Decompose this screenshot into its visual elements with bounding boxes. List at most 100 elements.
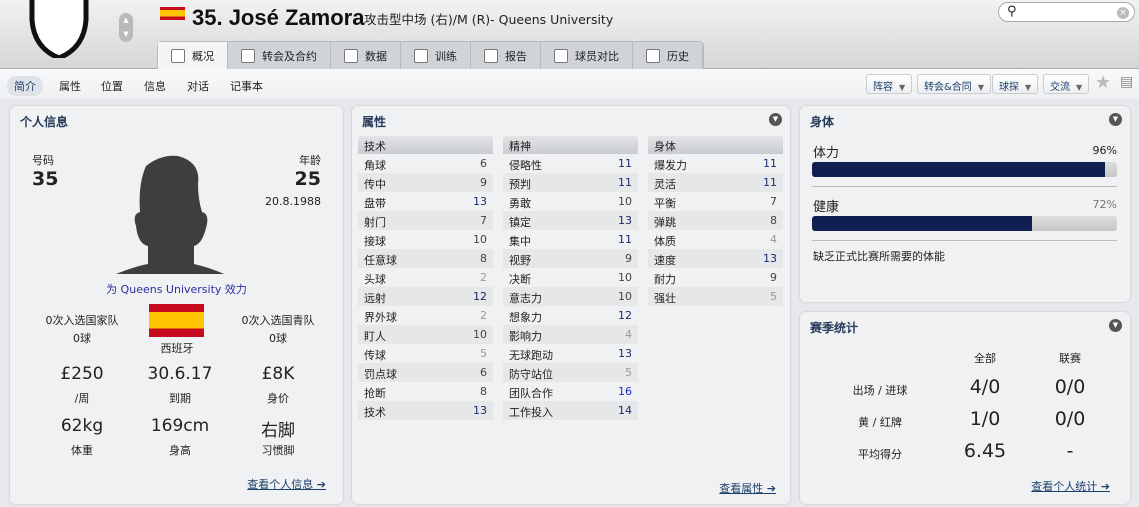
subnav-item[interactable]: 简介 [7, 76, 43, 96]
stat-label: 平均得分 [858, 448, 902, 461]
transfer-dropdown[interactable]: 转会&合同 ▼ [917, 74, 991, 94]
attribute-row[interactable]: 耐力 9 [648, 268, 783, 287]
attribute-row[interactable]: 抢断 8 [358, 382, 493, 401]
attribute-row[interactable]: 传球 5 [358, 344, 493, 363]
attribute-row[interactable]: 平衡 7 [648, 192, 783, 211]
tab-6[interactable]: 历史 [633, 42, 703, 69]
attribute-row[interactable]: 灵活 11 [648, 173, 783, 192]
view-personal-info-link[interactable]: 查看个人信息 ➔ [247, 476, 326, 492]
tab-1[interactable]: 转会及合约 [228, 42, 331, 69]
dropdown-label: 转会&合同 [924, 82, 972, 93]
stat-league: 0/0 [1054, 376, 1086, 398]
link-label: 查看个人信息 [247, 478, 314, 491]
tab-2[interactable]: 数据 [331, 42, 401, 69]
tab-0[interactable]: 概况 [158, 42, 228, 70]
clear-icon[interactable]: × [1117, 7, 1129, 19]
attribute-row[interactable]: 想象力 12 [503, 306, 638, 325]
attribute-row[interactable]: 任意球 8 [358, 249, 493, 268]
interact-dropdown[interactable]: 交流 ▼ [1043, 74, 1090, 94]
attribute-row[interactable]: 远射 12 [358, 287, 493, 306]
weight-value: 62kg [60, 416, 104, 436]
collapse-icon[interactable]: ▼ [1109, 113, 1122, 126]
attribute-row[interactable]: 强壮 5 [648, 287, 783, 306]
attribute-row[interactable]: 集中 11 [503, 230, 638, 249]
attribute-row[interactable]: 勇敢 10 [503, 192, 638, 211]
tab-icon [241, 48, 255, 63]
attribute-name: 爆发力 [654, 159, 687, 172]
add-note-icon[interactable]: ▤ [1120, 74, 1133, 90]
subnav-item[interactable]: 位置 [94, 76, 130, 96]
attribute-row[interactable]: 侵略性 11 [503, 154, 638, 173]
attribute-name: 侵略性 [509, 159, 542, 172]
fitness-label: 健康 [813, 200, 840, 215]
stat-label: 出场 / 进球 [852, 384, 908, 397]
view-stats-link[interactable]: 查看个人统计 ➔ [1031, 478, 1110, 494]
star-icon[interactable]: ★ [1095, 72, 1111, 93]
attribute-value: 11 [763, 157, 777, 170]
subnav-item[interactable]: 属性 [52, 76, 88, 96]
column-league: 联赛 [1059, 352, 1081, 365]
attribute-row[interactable]: 体质 4 [648, 230, 783, 249]
attribute-value: 7 [480, 214, 487, 227]
attribute-value: 4 [770, 233, 777, 246]
tab-5[interactable]: 球员对比 [541, 42, 633, 69]
attribute-row[interactable]: 工作投入 14 [503, 401, 638, 420]
collapse-icon[interactable]: ▼ [1109, 319, 1122, 332]
attribute-row[interactable]: 角球 6 [358, 154, 493, 173]
attribute-name: 无球跑动 [509, 349, 553, 362]
search-icon: ⚲ [1007, 4, 1017, 19]
spain-flag-icon [160, 7, 185, 20]
attribute-row[interactable]: 影响力 4 [503, 325, 638, 344]
scout-dropdown[interactable]: 球探 ▼ [992, 74, 1039, 94]
stat-all: 1/0 [969, 408, 1001, 430]
attribute-row[interactable]: 盯人 10 [358, 325, 493, 344]
attribute-row[interactable]: 无球跑动 13 [503, 344, 638, 363]
attribute-row[interactable]: 弹跳 8 [648, 211, 783, 230]
tab-label: 训练 [435, 49, 457, 63]
attribute-row[interactable]: 界外球 2 [358, 306, 493, 325]
plays-for-link[interactable]: 为 Queens University 效力 [10, 281, 343, 297]
attribute-row[interactable]: 防守站位 5 [503, 363, 638, 382]
attribute-row[interactable]: 接球 10 [358, 230, 493, 249]
weight-label: 体重 [71, 444, 93, 457]
attribute-row[interactable]: 爆发力 11 [648, 154, 783, 173]
attribute-value: 13 [473, 404, 487, 417]
search-input[interactable]: ⚲ × [998, 2, 1135, 22]
attribute-name: 影响力 [509, 330, 542, 343]
subnav-item[interactable]: 对话 [180, 76, 216, 96]
squad-dropdown[interactable]: 阵容 ▼ [866, 74, 913, 94]
attribute-row[interactable]: 罚点球 6 [358, 363, 493, 382]
attribute-value: 8 [480, 385, 487, 398]
squad-number: 35 [32, 168, 59, 190]
attribute-name: 传球 [364, 349, 386, 362]
attribute-row[interactable]: 头球 2 [358, 268, 493, 287]
attribute-row[interactable]: 意志力 10 [503, 287, 638, 306]
player-spinner[interactable]: ▲ ▼ [119, 13, 133, 42]
view-attributes-link[interactable]: 查看属性 ➔ [719, 480, 776, 496]
attribute-row[interactable]: 速度 13 [648, 249, 783, 268]
attribute-name: 集中 [509, 235, 531, 248]
subnav-item[interactable]: 记事本 [223, 76, 270, 96]
attribute-name: 意志力 [509, 292, 542, 305]
expiry-label: 到期 [169, 392, 191, 405]
attribute-row[interactable]: 镇定 13 [503, 211, 638, 230]
attribute-row[interactable]: 射门 7 [358, 211, 493, 230]
attribute-row[interactable]: 团队合作 16 [503, 382, 638, 401]
group-header: 技术 [358, 136, 493, 154]
attribute-row[interactable]: 传中 9 [358, 173, 493, 192]
attribute-value: 12 [473, 290, 487, 303]
attribute-row[interactable]: 决断 10 [503, 268, 638, 287]
collapse-icon[interactable]: ▼ [769, 113, 782, 126]
tab-4[interactable]: 报告 [471, 42, 541, 69]
attribute-row[interactable]: 视野 9 [503, 249, 638, 268]
panel-title: 身体 [810, 115, 835, 129]
wage-label: /周 [74, 392, 90, 405]
tab-3[interactable]: 训练 [401, 42, 471, 69]
attribute-name: 耐力 [654, 273, 676, 286]
subnav-item[interactable]: 信息 [137, 76, 173, 96]
panel-title: 个人信息 [20, 115, 69, 129]
attribute-row[interactable]: 预判 11 [503, 173, 638, 192]
attribute-row[interactable]: 技术 13 [358, 401, 493, 420]
attribute-name: 平衡 [654, 197, 676, 210]
attribute-row[interactable]: 盘带 13 [358, 192, 493, 211]
